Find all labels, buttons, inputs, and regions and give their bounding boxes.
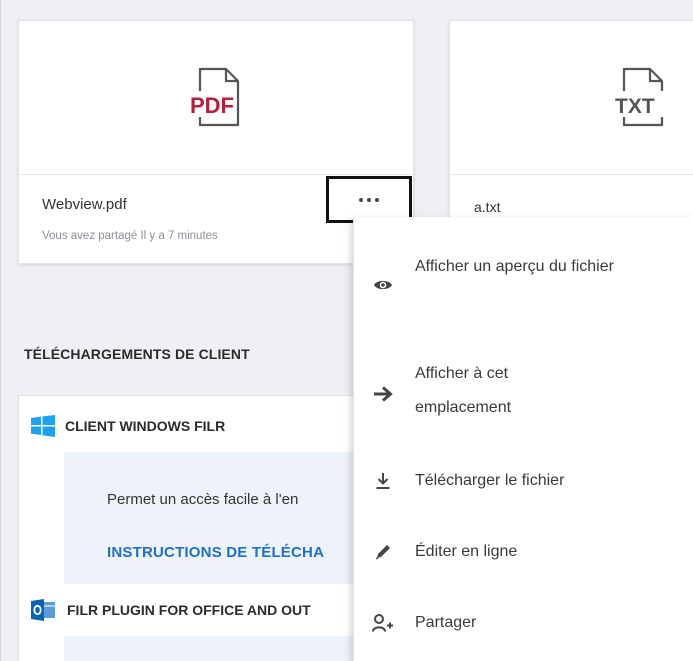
outlook-logo-icon <box>31 599 55 621</box>
client-windows-header[interactable]: CLIENT WINDOWS FILR <box>31 415 225 437</box>
arrow-right-icon <box>372 383 394 405</box>
more-options-icon <box>359 197 363 202</box>
client-windows-instructions-link[interactable]: INSTRUCTIONS DE TÉLÉCHA <box>107 544 324 561</box>
more-options-button[interactable] <box>326 176 412 223</box>
page: PDF Webview.pdf Vous avez partagé Il y a… <box>0 0 693 661</box>
windows-logo-icon <box>31 415 55 437</box>
menu-item-show-location-label: Afficher à cet emplacement <box>415 365 512 416</box>
file-name[interactable]: a.txt <box>474 199 500 215</box>
section-title: TÉLÉCHARGEMENTS DE CLIENT <box>24 346 250 362</box>
file-type-label: PDF <box>190 93 234 118</box>
menu-item-share[interactable]: Partager <box>354 606 693 640</box>
menu-item-download-label: Télécharger le fichier <box>415 472 565 489</box>
menu-item-edit-online-label: Éditer en ligne <box>415 543 518 560</box>
pencil-icon <box>372 541 394 563</box>
client-windows-label: CLIENT WINDOWS FILR <box>65 418 226 434</box>
file-thumbnail[interactable]: TXT <box>450 21 693 174</box>
card-divider <box>450 174 693 175</box>
file-thumbnail[interactable]: PDF <box>19 21 413 174</box>
menu-item-preview[interactable]: Afficher un aperçu du fichier <box>354 250 693 318</box>
client-windows-description: Permet un accès facile à l'en <box>107 491 299 508</box>
file-share-info: Vous avez partagé Il y a 7 minutes <box>42 230 218 242</box>
file-name[interactable]: Webview.pdf <box>42 196 127 213</box>
eye-icon <box>372 274 394 296</box>
pdf-file-icon: PDF <box>188 67 240 126</box>
menu-item-preview-label: Afficher un aperçu du fichier <box>415 258 614 275</box>
more-options-icon-dot <box>367 197 371 202</box>
client-windows-details: Permet un accès facile à l'en INSTRUCTIO… <box>64 452 364 584</box>
card-divider <box>19 174 413 175</box>
file-context-menu: Afficher un aperçu du fichier Afficher à… <box>353 217 693 661</box>
client-outlook-label: FILR PLUGIN FOR OFFICE AND OUT <box>67 602 311 618</box>
more-options-icon-dot <box>375 197 379 202</box>
client-downloads-panel: CLIENT WINDOWS FILR Permet un accès faci… <box>18 395 364 661</box>
txt-file-icon: TXT <box>614 67 664 126</box>
share-user-icon <box>372 612 394 634</box>
menu-item-share-label: Partager <box>415 614 477 631</box>
file-type-label: TXT <box>615 95 655 118</box>
menu-item-show-location[interactable]: Afficher à cet emplacement <box>354 357 693 425</box>
menu-item-edit-online[interactable]: Éditer en ligne <box>354 535 693 569</box>
client-outlook-details <box>64 636 364 661</box>
download-icon <box>372 470 394 492</box>
client-outlook-header[interactable]: FILR PLUGIN FOR OFFICE AND OUT <box>31 598 311 622</box>
menu-item-download[interactable]: Télécharger le fichier <box>354 464 693 498</box>
